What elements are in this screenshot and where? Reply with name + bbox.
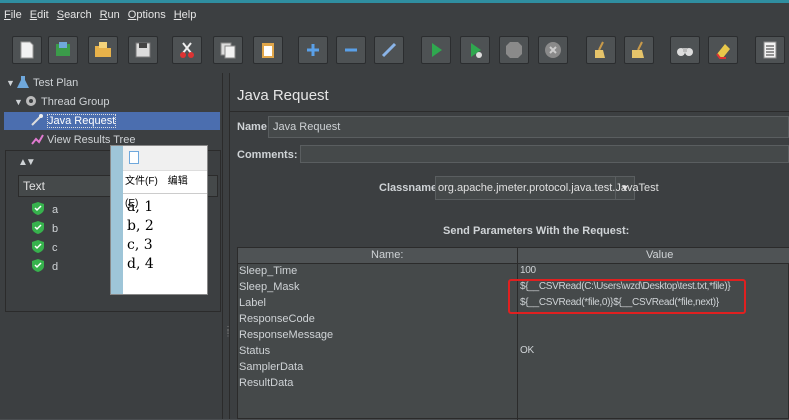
menu-edit[interactable]: Edit <box>26 3 53 27</box>
classname-select[interactable]: org.apache.jmeter.protocol.java.test.Jav… <box>435 176 659 200</box>
plus-icon <box>307 44 319 56</box>
menu-help[interactable]: Help <box>170 3 201 27</box>
table-header: Name: Value <box>238 248 789 264</box>
name-label: Name: <box>237 121 271 133</box>
eraser-icon <box>716 44 730 59</box>
column-header-name[interactable]: Name: <box>371 248 403 263</box>
reset-search-button[interactable] <box>708 36 738 64</box>
new-file-icon <box>20 41 34 59</box>
text-line: b, 2 <box>127 218 154 234</box>
table-row[interactable]: Status OK <box>238 343 789 359</box>
split-pane-divider[interactable]: ⋮ ⋮ <box>222 73 232 419</box>
shutdown-button[interactable] <box>538 36 568 64</box>
toolbar <box>0 27 789 74</box>
menu-file[interactable]: File <box>0 3 26 27</box>
java-request-editor: Java Request Name: Java Request Comments… <box>230 73 789 420</box>
table-row[interactable]: Sleep_Time 100 <box>238 263 789 279</box>
open-button[interactable] <box>88 36 118 64</box>
success-shield-icon <box>32 259 44 272</box>
annotation-highlight-box <box>508 279 746 314</box>
sort-arrows-icon[interactable]: ▲▼ <box>18 157 36 168</box>
play-no-timers-icon <box>471 43 482 58</box>
paste-button[interactable] <box>253 36 283 64</box>
toggle-button[interactable] <box>374 36 404 64</box>
chevron-down-icon[interactable]: ▼ <box>615 177 634 199</box>
page-title: Java Request <box>237 87 329 104</box>
notepad-icon <box>129 151 139 164</box>
clipboard-icon <box>262 43 274 58</box>
templates-icon <box>56 42 70 56</box>
gear-icon <box>26 96 36 106</box>
window-edge <box>111 146 123 294</box>
text-line: a, 1 <box>127 199 154 215</box>
menu-search[interactable]: Search <box>53 3 96 27</box>
divider <box>230 111 789 112</box>
result-item[interactable]: a <box>32 201 58 219</box>
copy-button[interactable] <box>213 36 243 64</box>
name-field[interactable]: Java Request <box>268 116 789 138</box>
function-helper-button[interactable] <box>755 36 785 64</box>
table-row[interactable]: ResultData <box>238 375 789 391</box>
broom-icon <box>595 41 605 58</box>
pipette-icon <box>31 114 43 126</box>
table-row[interactable]: SamplerData <box>238 359 789 375</box>
menu-options[interactable]: Options <box>124 3 170 27</box>
wand-icon <box>381 42 397 58</box>
start-button[interactable] <box>421 36 451 64</box>
table-row[interactable]: ResponseMessage <box>238 327 789 343</box>
start-no-pauses-button[interactable] <box>460 36 490 64</box>
comments-label: Comments: <box>237 149 298 161</box>
column-header-value[interactable]: Value <box>646 248 673 263</box>
classname-label: Classname: <box>379 182 441 194</box>
shutdown-icon <box>545 42 561 58</box>
success-shield-icon <box>32 240 44 253</box>
copy-icon <box>220 42 236 59</box>
binoculars-icon <box>677 48 693 56</box>
templates-button[interactable] <box>48 36 78 64</box>
tree-item-thread-group[interactable]: ▼ Thread Group <box>14 93 109 111</box>
params-title: Send Parameters With the Request: <box>443 225 630 237</box>
list-icon <box>763 41 777 59</box>
success-shield-icon <box>32 202 44 215</box>
chart-icon <box>31 134 44 145</box>
play-icon <box>432 43 442 57</box>
expand-toggle-icon[interactable]: ▼ <box>14 93 24 111</box>
save-icon <box>135 42 151 58</box>
success-shield-icon <box>32 221 44 234</box>
clear-all-button[interactable] <box>624 36 654 64</box>
result-item[interactable]: d <box>32 258 58 276</box>
menu-bar: File Edit Search Run Options Help <box>0 3 789 27</box>
stop-icon <box>506 42 522 58</box>
broom-all-icon <box>632 41 644 58</box>
notepad-menu-bar: 文件(F) 编辑(E) <box>111 171 207 209</box>
minus-icon <box>345 48 357 52</box>
menu-run[interactable]: Run <box>96 3 124 27</box>
new-button[interactable] <box>12 36 42 64</box>
open-folder-icon <box>95 42 111 57</box>
result-item[interactable]: c <box>32 239 58 257</box>
expand-button[interactable] <box>298 36 328 64</box>
search-button[interactable] <box>670 36 700 64</box>
stop-button[interactable] <box>499 36 529 64</box>
text-line: c, 3 <box>127 237 153 253</box>
parameters-table: Name: Value Sleep_Time 100 Sleep_Mask ${__… <box>237 247 789 420</box>
notepad-window[interactable]: 文件(F) 编辑(E) a, 1 b, 2 c, 3 d, 4 <box>110 145 208 295</box>
comments-field[interactable] <box>300 145 789 163</box>
collapse-button[interactable] <box>336 36 366 64</box>
tree-item-test-plan[interactable]: ▼ Test Plan <box>6 74 78 92</box>
clear-button[interactable] <box>586 36 616 64</box>
save-button[interactable] <box>128 36 158 64</box>
notepad-menu-file[interactable]: 文件(F) <box>125 176 158 187</box>
result-item[interactable]: b <box>32 220 58 238</box>
cut-button[interactable] <box>172 36 202 64</box>
text-line: d, 4 <box>127 256 154 272</box>
expand-toggle-icon[interactable]: ▼ <box>6 74 16 92</box>
scissors-icon <box>180 42 194 58</box>
tree-item-java-request[interactable]: Java Request <box>30 112 117 130</box>
notepad-titlebar[interactable] <box>111 146 207 171</box>
flask-icon <box>17 76 29 88</box>
